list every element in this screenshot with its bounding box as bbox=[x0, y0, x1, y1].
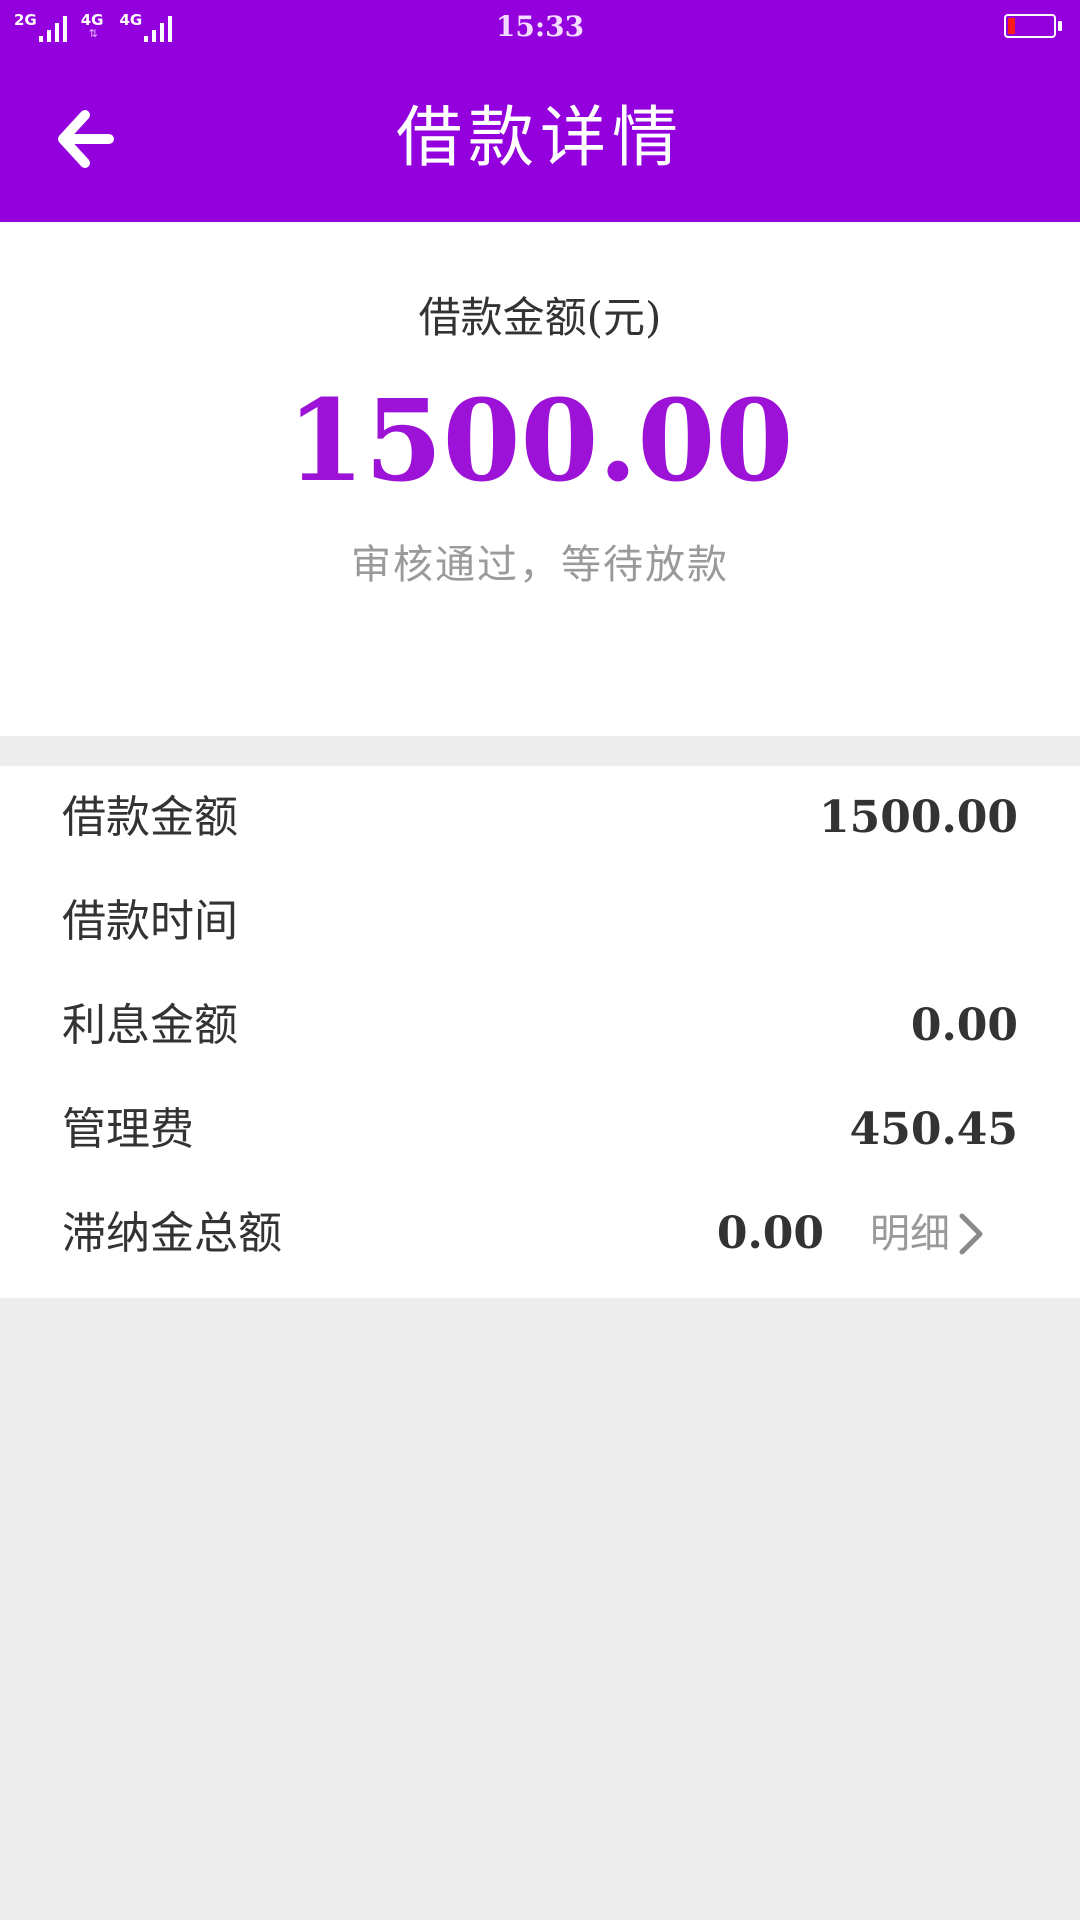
loan-status-text: 审核通过，等待放款 bbox=[351, 542, 729, 588]
battery-icon bbox=[1004, 14, 1056, 38]
detail-row-interest: 利息金额 0.00 bbox=[0, 974, 1080, 1078]
detail-label: 利息金额 bbox=[62, 1000, 238, 1051]
loan-amount-value: 1500.00 bbox=[286, 376, 794, 507]
detail-label: 管理费 bbox=[62, 1104, 194, 1155]
late-fee-value: 0.00 bbox=[716, 1208, 824, 1259]
detail-row-loan-time: 借款时间 bbox=[0, 870, 1080, 974]
loan-amount-label: 借款金额(元) bbox=[418, 293, 662, 342]
status-time: 15:33 bbox=[495, 10, 585, 43]
late-fee-details-link[interactable]: 明细 bbox=[870, 1182, 986, 1286]
detail-value: 0.00 bbox=[910, 1000, 1018, 1051]
page-title: 借款详情 bbox=[396, 99, 684, 176]
detail-row-late-fee[interactable]: 滞纳金总额 0.00 明细 bbox=[0, 1182, 1080, 1286]
detail-value: 450.45 bbox=[849, 1104, 1018, 1155]
detail-label: 滞纳金总额 bbox=[62, 1208, 282, 1259]
chevron-right-icon bbox=[959, 1213, 983, 1255]
loan-summary-card: 借款金额(元) 1500.00 审核通过，等待放款 bbox=[0, 222, 1080, 736]
detail-label: 借款金额 bbox=[62, 792, 238, 843]
loan-details-list: 借款金额 1500.00 借款时间 利息金额 0.00 管理费 450.45 滞… bbox=[0, 766, 1080, 1298]
detail-row-management-fee: 管理费 450.45 bbox=[0, 1078, 1080, 1182]
details-link-label: 明细 bbox=[870, 1211, 950, 1257]
arrow-left-icon bbox=[58, 110, 114, 168]
back-button[interactable] bbox=[40, 94, 130, 184]
status-bar: 2G 4G ⇅ 4G 15:33 bbox=[0, 0, 1080, 54]
title-bar: 借款详情 bbox=[0, 54, 1080, 222]
detail-row-loan-amount: 借款金额 1500.00 bbox=[0, 766, 1080, 870]
detail-label: 借款时间 bbox=[62, 896, 238, 947]
detail-value: 1500.00 bbox=[818, 792, 1018, 843]
battery-tip bbox=[1058, 21, 1062, 31]
battery-level bbox=[1008, 18, 1015, 34]
